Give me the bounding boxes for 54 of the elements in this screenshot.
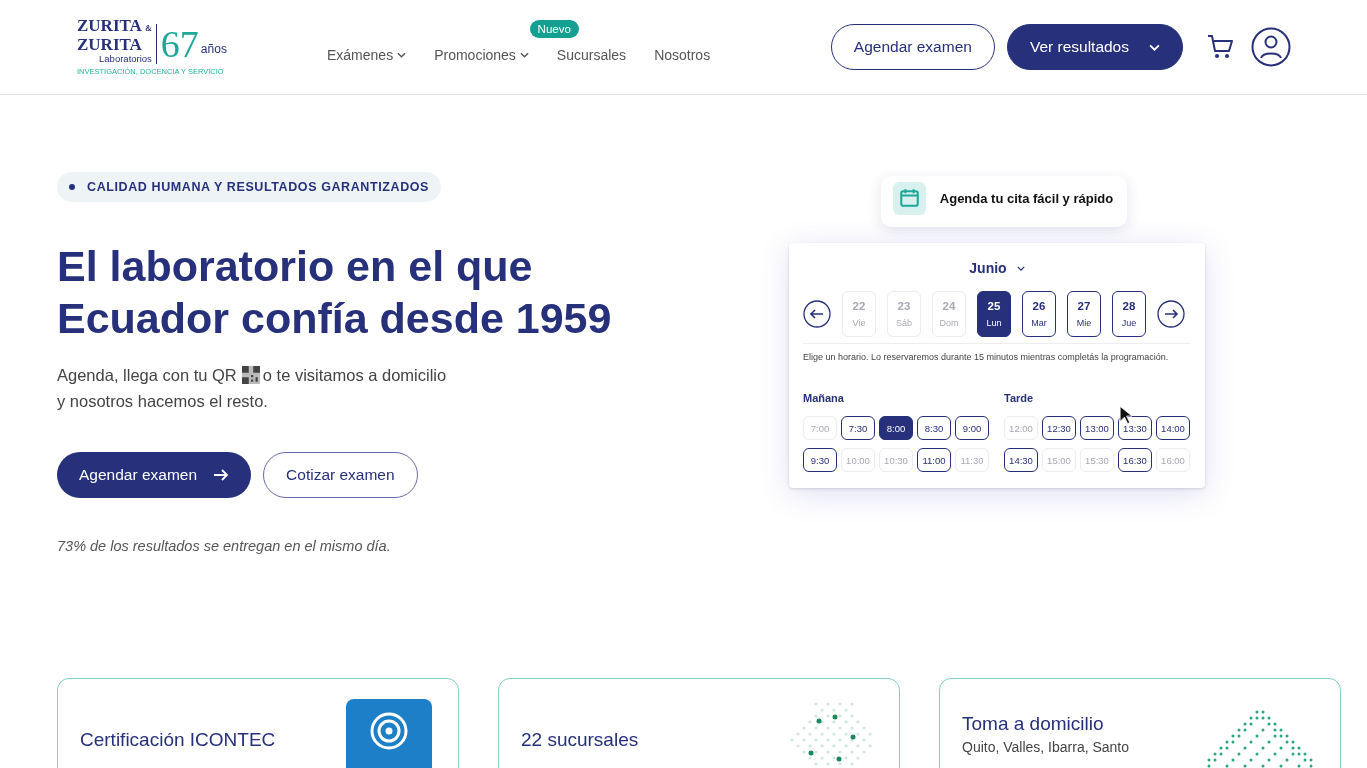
- time-slot[interactable]: 9:00: [955, 416, 989, 440]
- time-slot[interactable]: 7:30: [841, 416, 875, 440]
- nav-link[interactable]: Nosotros: [654, 47, 711, 63]
- qr-code-icon: [241, 366, 260, 384]
- time-slot[interactable]: 12:30: [1042, 416, 1076, 440]
- time-slot[interactable]: 13:30: [1118, 416, 1152, 440]
- hero-button[interactable]: Cotizar examen: [263, 452, 418, 498]
- time-slot[interactable]: 13:00: [1080, 416, 1114, 440]
- card-subtitle: Quito, Valles, Ibarra, Santo: [962, 739, 1130, 755]
- time-group-label: Tarde: [1004, 392, 1035, 404]
- caret-icon: [397, 52, 407, 58]
- arrow-right-icon: [213, 469, 230, 481]
- time-slot[interactable]: 16:30: [1118, 448, 1152, 472]
- nav-link[interactable]: Promociones: [434, 47, 529, 63]
- logo-subtitle: Laboratorios: [99, 53, 152, 64]
- time-slot[interactable]: 14:00: [1156, 416, 1190, 440]
- hero-title: El laboratorio en el que Ecuador confía desde 1959: [57, 241, 613, 344]
- card-title: Toma a domicilio: [962, 713, 1105, 735]
- hero-text: Agenda, llega con tu QR: [57, 365, 237, 386]
- hero-text: y nosotros hacemos el resto.: [57, 391, 268, 412]
- cart-icon[interactable]: [1207, 34, 1235, 60]
- hero-button[interactable]: Agendar examen: [57, 452, 252, 498]
- time-slot[interactable]: 9:30: [803, 448, 837, 472]
- logo-wordmark: ZURITA & ZURITA: [77, 18, 152, 53]
- time-slot[interactable]: 8:00: [879, 416, 913, 440]
- card-title: 22 sucursales: [521, 729, 639, 751]
- nav-link[interactable]: Sucursales: [556, 47, 627, 63]
- logo-years: 67: [160, 24, 199, 64]
- caret-icon: [1016, 265, 1025, 271]
- time-slot[interactable]: 8:30: [917, 416, 951, 440]
- day-button[interactable]: 28 Jue: [1112, 291, 1146, 337]
- popup-text: Agenda tu cita fácil y rápido: [939, 191, 1114, 206]
- header-button[interactable]: Agendar examen: [830, 24, 995, 70]
- month-selector[interactable]: Junio: [963, 259, 1031, 277]
- mouse-cursor-icon: [1119, 405, 1132, 425]
- new-badge: Nuevo: [529, 20, 579, 38]
- hero-text: o te visitamos a domicilio: [262, 365, 447, 386]
- day-button[interactable]: 27 Mie: [1067, 291, 1101, 337]
- time-slot[interactable]: 11:00: [917, 448, 951, 472]
- time-slot[interactable]: 14:30: [1004, 448, 1038, 472]
- calendar-icon: [892, 182, 926, 215]
- scheduler-note: Elige un horario. Lo reservaremos durante 15 minutos mientras completás la programación.: [803, 352, 1170, 362]
- time-group-label: Mañana: [803, 392, 845, 404]
- card-title: Certificación ICONTEC: [80, 729, 276, 751]
- day-button[interactable]: 25 Lun: [977, 291, 1011, 337]
- logo-years-label: años: [200, 42, 227, 56]
- caret-icon: [1149, 43, 1160, 51]
- day-button[interactable]: 26 Mar: [1022, 291, 1056, 337]
- nav-link[interactable]: Exámenes: [327, 47, 407, 63]
- delivery-note: 73% de los resultados se entregan en el mismo día.: [57, 538, 392, 554]
- user-icon[interactable]: [1251, 27, 1291, 67]
- header-button[interactable]: Ver resultados: [1006, 24, 1183, 70]
- caret-icon: [519, 52, 529, 58]
- tagline-pill: CALIDAD HUMANA Y RESULTADOS GARANTIZADOS: [57, 172, 442, 202]
